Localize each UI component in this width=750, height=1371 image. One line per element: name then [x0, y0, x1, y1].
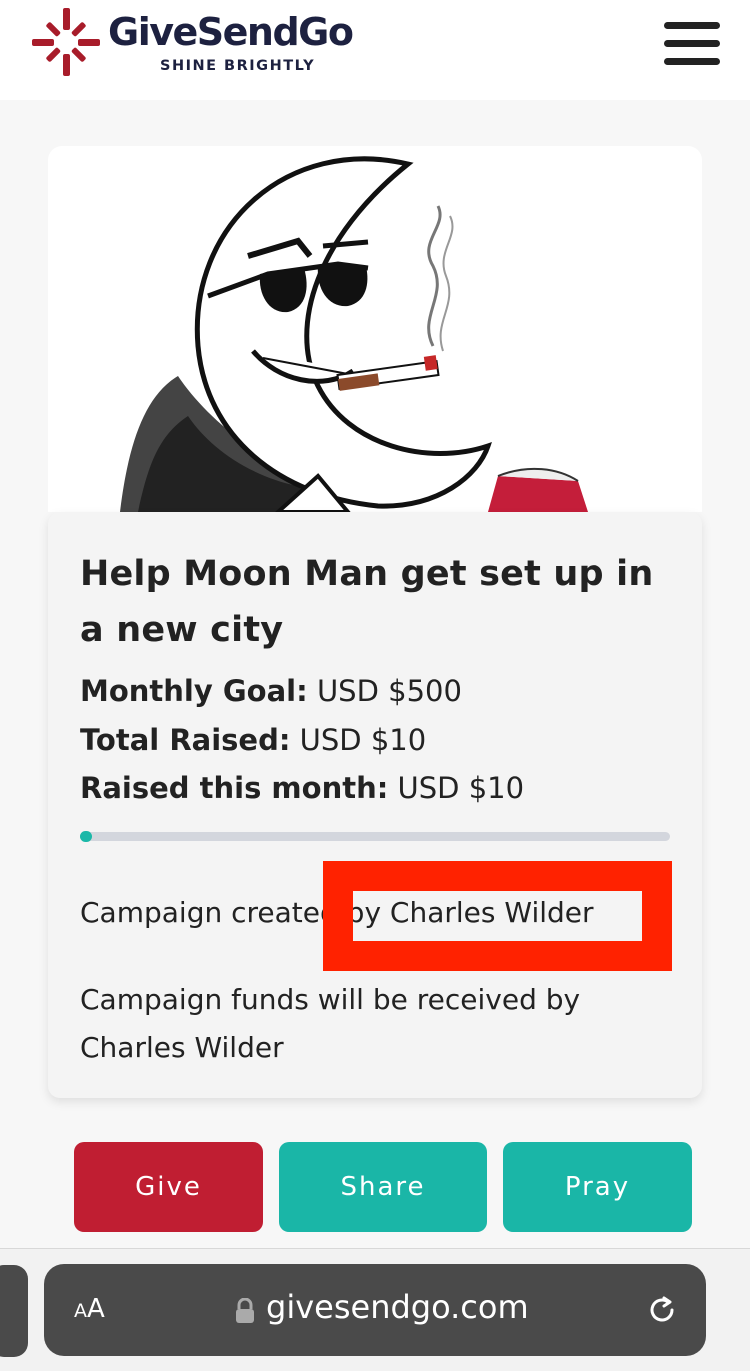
campaign-hero-image: [48, 146, 702, 512]
monthly-goal-value: USD $500: [316, 674, 462, 708]
logo-tagline: SHINE BRIGHTLY: [160, 58, 316, 74]
moon-man-illustration: [120, 156, 588, 512]
pray-button[interactable]: Pray: [503, 1142, 692, 1232]
funds-recipient-text: Campaign funds will be received by: [80, 983, 581, 1016]
campaign-title: Help Moon Man get set up in a new city: [80, 554, 654, 650]
givesendgo-logo-icon[interactable]: [30, 6, 102, 78]
progress-fill: [80, 831, 92, 842]
total-raised-row: Total Raised: USD $10: [80, 723, 426, 757]
browser-toolbar: AA givesendgo.com: [0, 1248, 750, 1371]
raised-this-month-value: USD $10: [397, 771, 525, 805]
monthly-goal-label: Monthly Goal:: [80, 674, 308, 708]
lock-icon: [236, 1298, 254, 1323]
reload-icon[interactable]: [644, 1292, 680, 1328]
funds-recipient-line: Campaign funds will be received by Charl…: [80, 976, 640, 1072]
share-button[interactable]: Share: [279, 1142, 487, 1232]
hamburger-menu-icon[interactable]: [664, 22, 720, 68]
previous-tab-stub[interactable]: [0, 1265, 28, 1357]
give-button[interactable]: Give: [74, 1142, 263, 1232]
raised-this-month-label: Raised this month:: [80, 771, 389, 805]
monthly-goal-row: Monthly Goal: USD $500: [80, 674, 462, 708]
text-size-button[interactable]: AA: [74, 1294, 105, 1324]
funds-recipient-name: Charles Wilder: [80, 1031, 284, 1064]
funding-progress-bar: [80, 831, 670, 842]
total-raised-value: USD $10: [299, 723, 427, 757]
campaign-info-card: Help Moon Man get set up in a new city M…: [48, 512, 702, 1098]
highlight-annotation-box: [323, 861, 672, 971]
site-header: GiveSendGo SHINE BRIGHTLY: [0, 0, 750, 100]
total-raised-label: Total Raised:: [80, 723, 291, 757]
url-text[interactable]: givesendgo.com: [266, 1288, 529, 1326]
raised-this-month-row: Raised this month: USD $10: [80, 771, 524, 805]
address-bar[interactable]: AA givesendgo.com: [44, 1264, 706, 1356]
logo-wordmark[interactable]: GiveSendGo: [108, 10, 354, 54]
